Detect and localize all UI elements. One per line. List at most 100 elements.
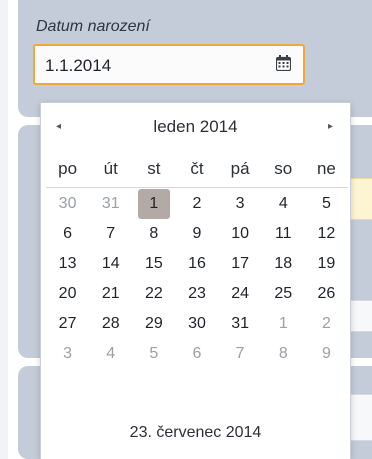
day-cell[interactable]: 23 xyxy=(175,279,218,309)
weekday-label: po xyxy=(58,159,78,178)
day-cell[interactable]: 13 xyxy=(46,249,89,279)
calendar-icon[interactable] xyxy=(276,55,291,71)
day-number: 17 xyxy=(231,255,250,272)
day-cell[interactable]: 2 xyxy=(305,309,348,339)
day-number: 27 xyxy=(58,315,77,332)
day-cell[interactable]: 8 xyxy=(262,339,305,369)
day-number: 20 xyxy=(58,285,77,302)
day-cell[interactable]: 30 xyxy=(175,309,218,339)
day-cell[interactable]: 17 xyxy=(219,249,262,279)
day-number: 7 xyxy=(106,225,116,242)
day-cell[interactable]: 28 xyxy=(89,309,132,339)
day-cell[interactable]: 26 xyxy=(305,279,348,309)
day-grid: 30 31 1 2 3 4 5 6 7 8 9 10 11 12 13 14 15 16 17 18 19 20 21 22 2… xyxy=(46,189,348,369)
day-number: 24 xyxy=(231,285,250,302)
day-cell[interactable]: 4 xyxy=(262,189,305,219)
day-cell[interactable]: 5 xyxy=(305,189,348,219)
day-number: 18 xyxy=(274,255,293,272)
day-cell[interactable]: 3 xyxy=(219,189,262,219)
birthdate-value[interactable]: 1.1.2014 xyxy=(45,56,111,76)
day-number: 1 xyxy=(137,189,170,219)
day-number: 21 xyxy=(101,285,120,302)
day-number: 31 xyxy=(231,315,250,332)
day-cell[interactable]: 31 xyxy=(219,309,262,339)
birthdate-label: Datum narození xyxy=(36,18,150,35)
day-number: 22 xyxy=(144,285,163,302)
weekday-label: st xyxy=(147,159,161,178)
weekday-label: čt xyxy=(190,159,204,178)
day-number: 13 xyxy=(58,255,77,272)
day-cell[interactable]: 18 xyxy=(262,249,305,279)
day-cell[interactable]: 6 xyxy=(175,339,218,369)
day-number: 5 xyxy=(149,345,159,362)
day-cell[interactable]: 22 xyxy=(132,279,175,309)
day-number: 2 xyxy=(321,315,331,332)
week-row: 27 28 29 30 31 1 2 xyxy=(46,309,348,339)
left-strip xyxy=(0,0,8,459)
day-cell[interactable]: 19 xyxy=(305,249,348,279)
datepicker-popup: ◂ leden 2014 ▸ po út st čt pá so ne 30 31… xyxy=(40,102,351,459)
day-cell[interactable]: 27 xyxy=(46,309,89,339)
day-number: 3 xyxy=(63,345,73,362)
day-number: 8 xyxy=(278,345,288,362)
day-number: 28 xyxy=(101,315,120,332)
day-number: 2 xyxy=(192,195,202,212)
day-number: 15 xyxy=(144,255,163,272)
day-cell[interactable]: 24 xyxy=(219,279,262,309)
day-cell[interactable]: 7 xyxy=(89,219,132,249)
next-month-icon[interactable]: ▸ xyxy=(328,121,333,132)
day-number: 30 xyxy=(188,315,206,332)
birthdate-input[interactable]: 1.1.2014 xyxy=(33,44,305,85)
day-cell[interactable]: 9 xyxy=(305,339,348,369)
day-number: 16 xyxy=(188,255,206,272)
day-number: 10 xyxy=(231,225,250,242)
day-number: 5 xyxy=(321,195,331,212)
day-number: 12 xyxy=(317,225,336,242)
day-cell[interactable]: 20 xyxy=(46,279,89,309)
day-cell[interactable]: 10 xyxy=(219,219,262,249)
weekday-header: po út st čt pá so ne xyxy=(46,151,348,188)
week-row: 30 31 1 2 3 4 5 xyxy=(46,189,348,219)
weekday-label: út xyxy=(103,159,118,178)
day-cell[interactable]: 11 xyxy=(262,219,305,249)
day-cell[interactable]: 7 xyxy=(219,339,262,369)
datepicker-header: ◂ leden 2014 ▸ xyxy=(41,113,350,143)
month-title[interactable]: leden 2014 xyxy=(41,117,350,137)
day-number: 6 xyxy=(192,345,202,362)
day-cell[interactable]: 2 xyxy=(175,189,218,219)
day-cell[interactable]: 5 xyxy=(132,339,175,369)
day-number: 30 xyxy=(58,195,77,212)
day-cell[interactable]: 3 xyxy=(46,339,89,369)
selected-day-cell[interactable]: 1 xyxy=(132,189,175,219)
day-number: 14 xyxy=(101,255,120,272)
day-cell[interactable]: 6 xyxy=(46,219,89,249)
day-cell[interactable]: 9 xyxy=(175,219,218,249)
day-number: 4 xyxy=(106,345,116,362)
day-cell[interactable]: 14 xyxy=(89,249,132,279)
day-cell[interactable]: 4 xyxy=(89,339,132,369)
day-number: 29 xyxy=(144,315,163,332)
weekday-label: so xyxy=(274,159,293,178)
day-cell[interactable]: 21 xyxy=(89,279,132,309)
day-number: 7 xyxy=(235,345,245,362)
day-number: 23 xyxy=(188,285,206,302)
day-cell[interactable]: 1 xyxy=(262,309,305,339)
day-number: 6 xyxy=(63,225,73,242)
day-cell[interactable]: 16 xyxy=(175,249,218,279)
day-cell[interactable]: 12 xyxy=(305,219,348,249)
day-cell[interactable]: 31 xyxy=(89,189,132,219)
today-button[interactable]: 23. červenec 2014 xyxy=(41,424,350,442)
day-cell[interactable]: 8 xyxy=(132,219,175,249)
day-number: 1 xyxy=(278,315,288,332)
day-cell[interactable]: 30 xyxy=(46,189,89,219)
day-cell[interactable]: 15 xyxy=(132,249,175,279)
day-number: 4 xyxy=(278,195,288,212)
day-number: 9 xyxy=(192,225,202,242)
day-number: 25 xyxy=(274,285,293,302)
day-number: 11 xyxy=(274,225,292,242)
day-number: 31 xyxy=(101,195,120,212)
day-cell[interactable]: 25 xyxy=(262,279,305,309)
day-number: 26 xyxy=(317,285,336,302)
week-row: 20 21 22 23 24 25 26 xyxy=(46,279,348,309)
day-cell[interactable]: 29 xyxy=(132,309,175,339)
